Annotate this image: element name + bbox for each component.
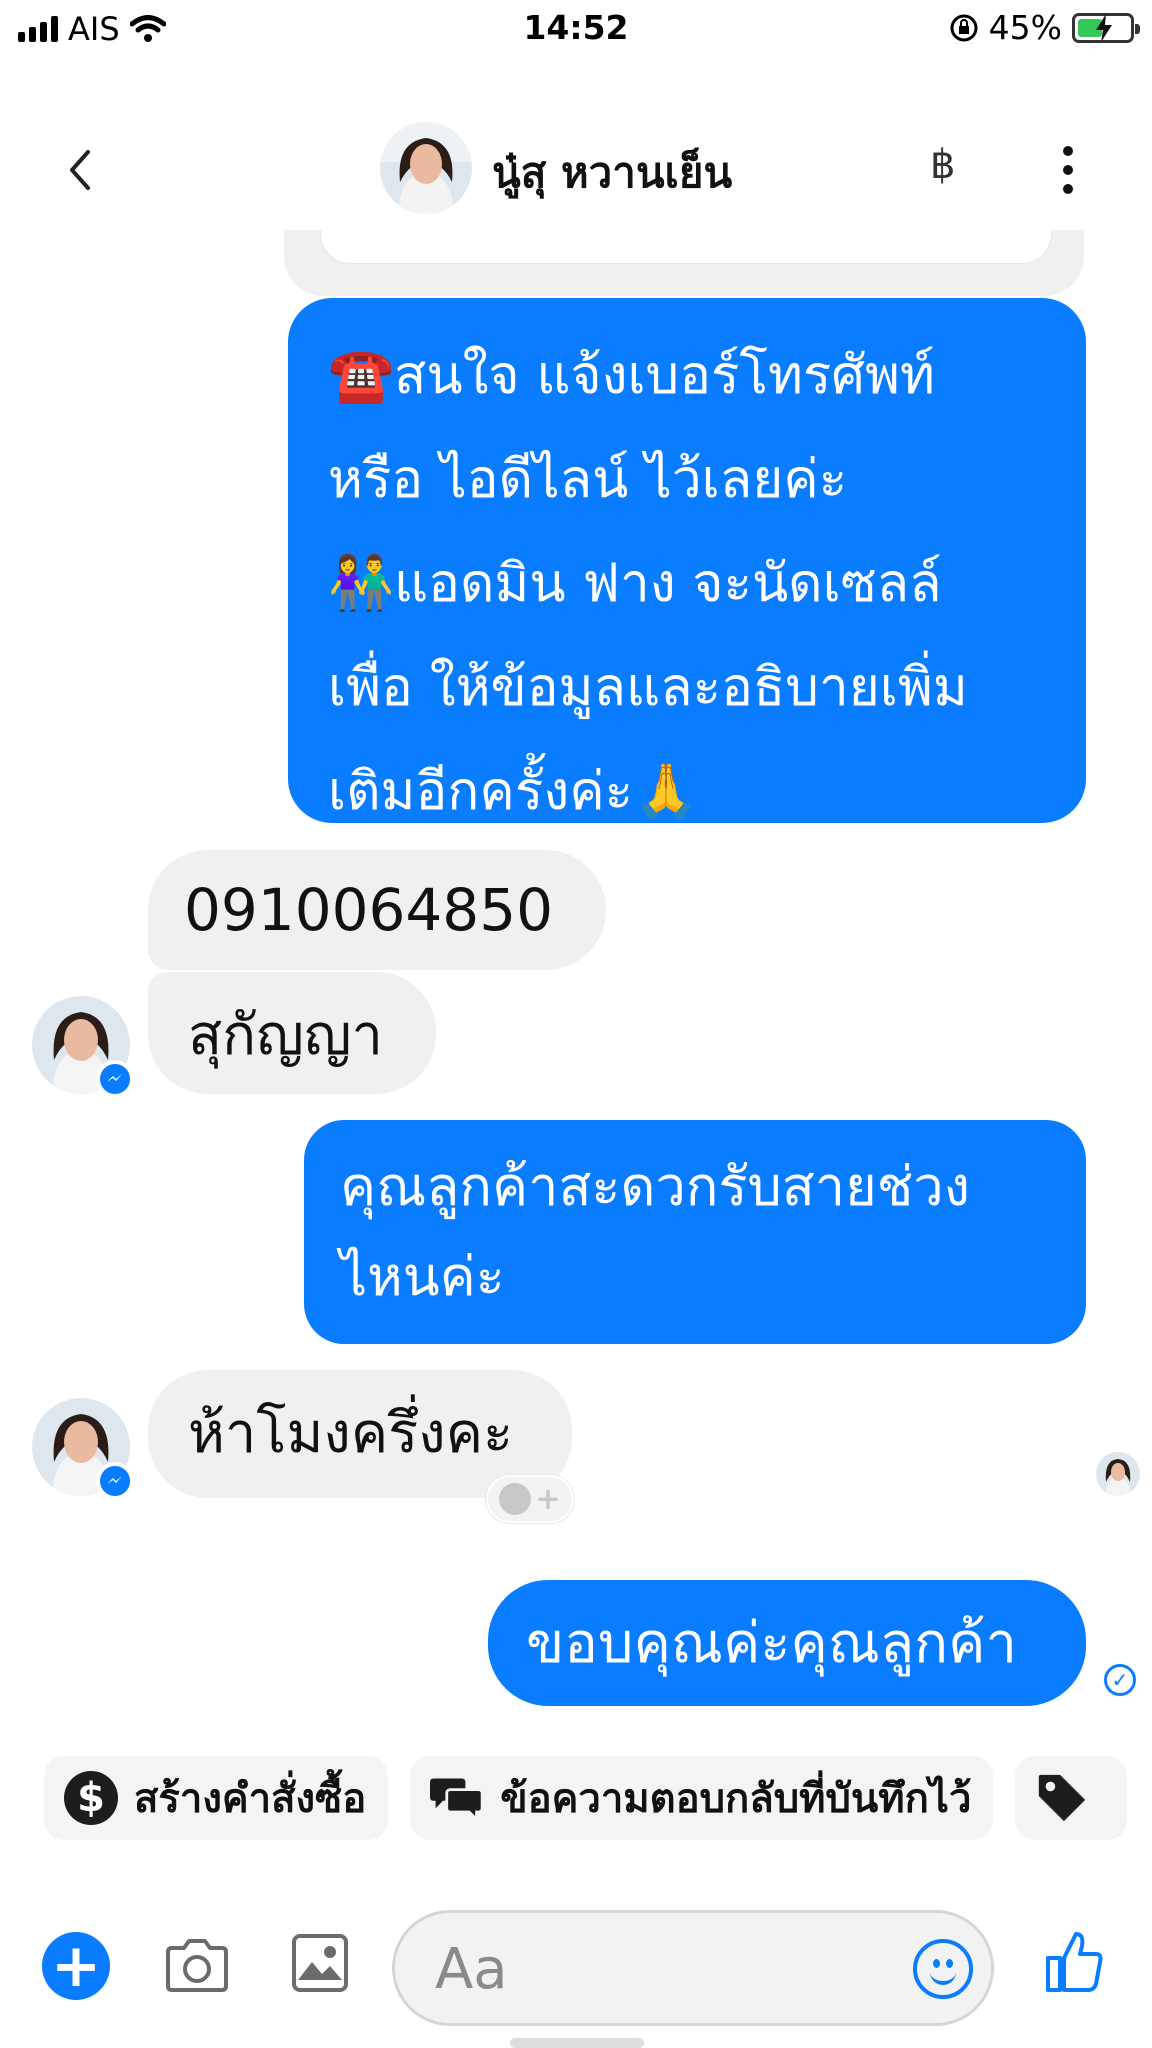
outgoing-message[interactable]: ☎️สนใจ แจ้งเบอร์โทรศัพท์ หรือ ไอดีไลน์ ไ… bbox=[288, 298, 1086, 823]
emoji-icon[interactable] bbox=[913, 1939, 973, 1999]
contact-name[interactable]: นู๋สุ หวานเย็น bbox=[492, 140, 732, 206]
chat-bubbles-icon bbox=[430, 1771, 484, 1825]
saved-replies-chip[interactable]: ข้อความตอบกลับที่บันทึกไว้ bbox=[410, 1756, 994, 1840]
seen-indicator-avatar bbox=[1096, 1452, 1140, 1496]
conversation-header: นู๋สุ หวานเย็น ฿ bbox=[0, 110, 1152, 230]
chip-label: สร้างคำสั่งซื้อ bbox=[134, 1776, 367, 1822]
outgoing-message[interactable]: ขอบคุณค่ะคุณลูกค้า bbox=[488, 1580, 1086, 1706]
more-actions-button[interactable]: + bbox=[42, 1932, 110, 2000]
message-composer: + bbox=[0, 1902, 1152, 2032]
tag-icon bbox=[1035, 1771, 1089, 1825]
smiley-icon bbox=[499, 1483, 532, 1515]
status-right: 45% bbox=[949, 8, 1140, 47]
more-options-button[interactable] bbox=[1058, 140, 1078, 200]
delivered-check-icon: ✓ bbox=[1104, 1664, 1136, 1696]
label-chip[interactable] bbox=[1015, 1756, 1128, 1840]
create-order-chip[interactable]: $ สร้างคำสั่งซื้อ bbox=[44, 1756, 389, 1840]
message-text: 0910064850 bbox=[184, 876, 554, 944]
sender-avatar[interactable] bbox=[32, 1398, 134, 1500]
gallery-button[interactable] bbox=[290, 1932, 350, 1994]
message-input[interactable] bbox=[435, 1931, 875, 2007]
outgoing-message[interactable]: คุณลูกค้าสะดวกรับสายช่วง ไหนค่ะ bbox=[304, 1120, 1086, 1344]
plus-icon: + bbox=[535, 1481, 561, 1517]
message-text: ขอบคุณค่ะคุณลูกค้า bbox=[526, 1611, 1017, 1676]
chip-label: ข้อความตอบกลับที่บันทึกไว้ bbox=[500, 1776, 972, 1822]
contact-avatar[interactable] bbox=[380, 122, 472, 214]
battery-percent: 45% bbox=[988, 8, 1062, 47]
add-reaction-button[interactable]: + bbox=[486, 1475, 574, 1523]
back-button[interactable] bbox=[60, 140, 100, 200]
message-input-field[interactable] bbox=[392, 1910, 994, 2026]
orientation-lock-icon bbox=[950, 14, 978, 41]
message-text: คุณลูกค้าสะดวกรับสายช่วง ไหนค่ะ bbox=[340, 1155, 971, 1308]
messenger-badge-icon bbox=[96, 1462, 134, 1500]
messenger-screen: AIS 14:52 45% นู๋สุ หวานเย็น ฿ ☎️สนใจ แจ… bbox=[0, 0, 1152, 2048]
message-text: ห้าโมงครึ่งคะ bbox=[188, 1401, 514, 1466]
incoming-message[interactable]: สุกัญญา bbox=[148, 972, 436, 1094]
payment-button[interactable]: ฿ bbox=[930, 142, 955, 188]
camera-button[interactable] bbox=[162, 1936, 232, 1996]
like-icon[interactable] bbox=[1044, 1928, 1104, 1994]
quick-reply-chips: $ สร้างคำสั่งซื้อ ข้อความตอบกลับที่บันทึ… bbox=[44, 1756, 1128, 1840]
status-bar: AIS 14:52 45% bbox=[0, 0, 1152, 60]
message-text: ☎️สนใจ แจ้งเบอร์โทรศัพท์ หรือ ไอดีไลน์ ไ… bbox=[328, 345, 968, 822]
messenger-badge-icon bbox=[96, 1060, 134, 1098]
sender-avatar[interactable] bbox=[32, 996, 134, 1098]
dollar-icon: $ bbox=[64, 1771, 118, 1825]
home-indicator bbox=[510, 2038, 644, 2048]
incoming-message[interactable]: 0910064850 bbox=[148, 850, 606, 970]
battery-icon bbox=[1072, 12, 1140, 43]
message-text: สุกัญญา bbox=[188, 1003, 383, 1068]
